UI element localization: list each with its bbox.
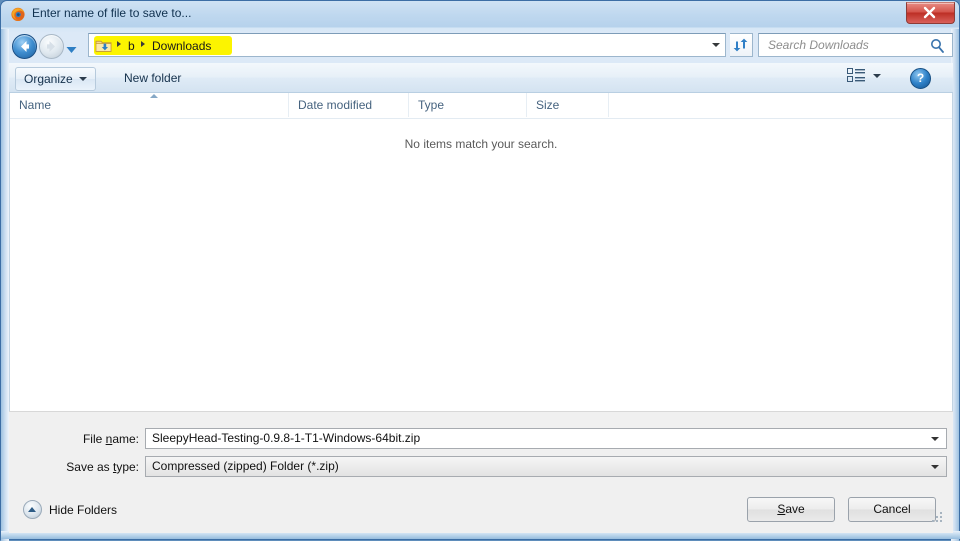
- close-button[interactable]: [906, 2, 955, 24]
- column-header-spacer[interactable]: [608, 93, 952, 117]
- window-edge-left: [1, 29, 9, 541]
- new-folder-button[interactable]: New folder: [115, 67, 190, 91]
- downloads-folder-icon[interactable]: [95, 38, 112, 53]
- column-header-type[interactable]: Type: [408, 93, 526, 117]
- help-label: ?: [916, 71, 925, 85]
- search-icon[interactable]: [930, 38, 945, 53]
- chevron-down-icon: [66, 47, 77, 53]
- file-list-pane[interactable]: Name Date modified Type Size No items ma…: [9, 93, 953, 411]
- save-as-type-select[interactable]: Compressed (zipped) Folder (*.zip): [145, 456, 947, 477]
- column-header-row: Name Date modified Type Size: [10, 93, 952, 119]
- save-file-dialog-window: Enter name of file to save to... b Downl…: [0, 0, 960, 541]
- window-title: Enter name of file to save to...: [32, 6, 192, 20]
- organize-button[interactable]: Organize: [15, 67, 96, 91]
- search-input[interactable]: Search Downloads: [758, 33, 953, 57]
- chevron-down-icon: [78, 77, 87, 81]
- chevron-up-circle-icon: [23, 500, 42, 519]
- save-as-type-label: Save as type:: [66, 460, 139, 474]
- save-button[interactable]: Save: [747, 497, 835, 522]
- resize-grip[interactable]: [931, 511, 943, 523]
- file-name-label: File name:: [82, 432, 139, 446]
- breadcrumb-separator: [141, 41, 145, 47]
- toolbar: Organize New folder ?: [9, 63, 953, 93]
- change-view-button[interactable]: [847, 68, 881, 83]
- title-bar: Enter name of file to save to...: [1, 1, 959, 29]
- cancel-button[interactable]: Cancel: [848, 497, 936, 522]
- recent-locations-button[interactable]: [66, 41, 77, 59]
- empty-list-message: No items match your search.: [404, 137, 558, 151]
- hide-folders-button[interactable]: Hide Folders: [23, 500, 117, 519]
- forward-button[interactable]: [39, 34, 64, 59]
- navigation-bar: b Downloads Search Downloads: [9, 31, 953, 61]
- address-bar[interactable]: b Downloads: [88, 33, 726, 57]
- back-button[interactable]: [12, 34, 37, 59]
- file-name-value: SleepyHead-Testing-0.9.8-1-T1-Windows-64…: [152, 431, 421, 445]
- save-as-type-value: Compressed (zipped) Folder (*.zip): [152, 459, 339, 473]
- chevron-down-icon[interactable]: [931, 437, 939, 441]
- breadcrumb-item-b[interactable]: b: [128, 38, 135, 54]
- back-arrow-icon: [21, 41, 29, 52]
- column-header-name[interactable]: Name: [10, 93, 288, 117]
- address-dropdown-icon[interactable]: [712, 43, 720, 47]
- list-view-icon: [847, 68, 865, 82]
- search-placeholder: Search Downloads: [768, 38, 869, 52]
- chevron-down-icon: [873, 73, 881, 78]
- help-button[interactable]: ?: [910, 68, 931, 89]
- file-name-input[interactable]: SleepyHead-Testing-0.9.8-1-T1-Windows-64…: [145, 428, 947, 449]
- dialog-bottom-panel: File name: SleepyHead-Testing-0.9.8-1-T1…: [9, 411, 953, 533]
- breadcrumb-item-downloads[interactable]: Downloads: [152, 38, 211, 54]
- organize-label: Organize: [24, 71, 73, 86]
- breadcrumb-separator: [117, 41, 121, 47]
- forward-arrow-icon: [47, 41, 55, 52]
- sort-ascending-icon: [150, 94, 158, 98]
- close-icon: [923, 6, 936, 19]
- refresh-button[interactable]: [730, 33, 753, 57]
- column-header-date-modified[interactable]: Date modified: [288, 93, 408, 117]
- hide-folders-label: Hide Folders: [49, 502, 118, 517]
- firefox-icon: [11, 7, 25, 22]
- chevron-down-icon[interactable]: [931, 465, 939, 469]
- refresh-icon: [733, 38, 748, 52]
- column-header-size[interactable]: Size: [526, 93, 608, 117]
